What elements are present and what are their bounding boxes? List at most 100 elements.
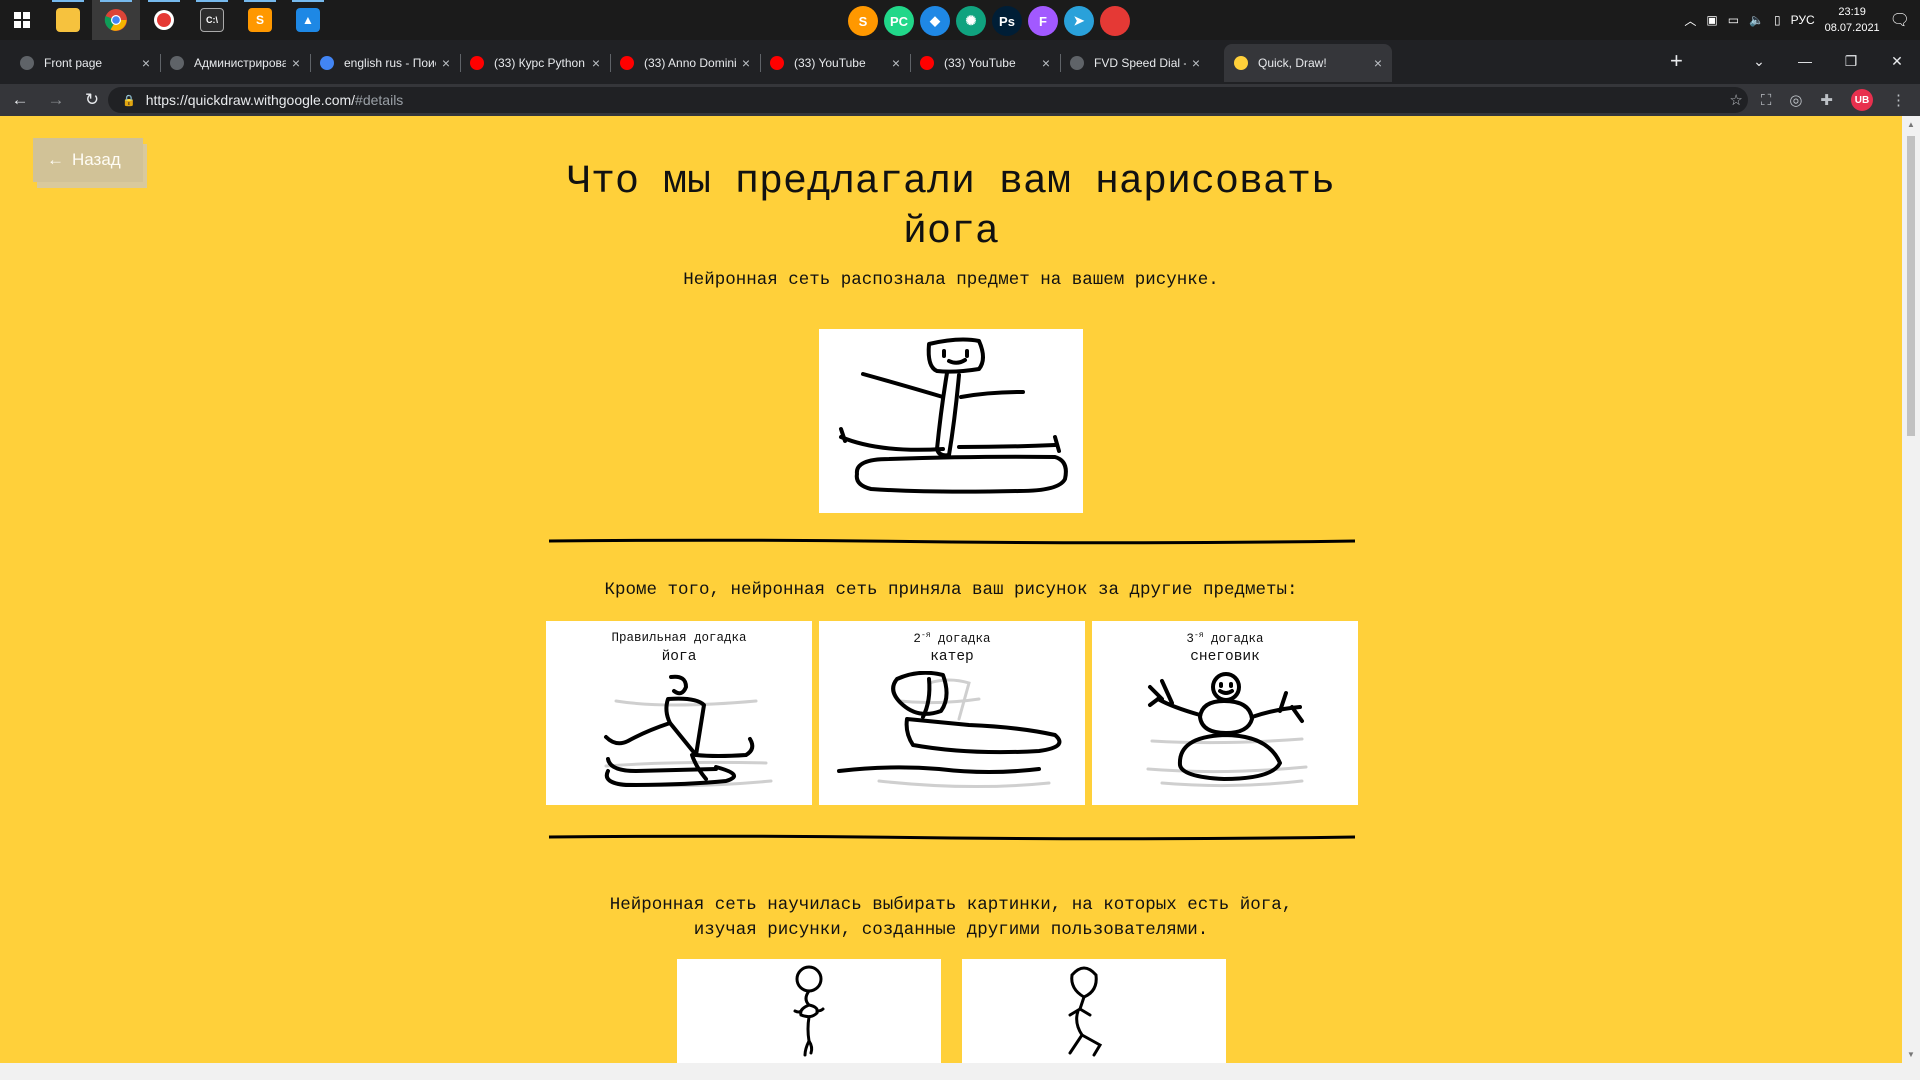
browser-tab[interactable]: (33) Anno Domini Beat × xyxy=(610,44,760,82)
system-tray: ︿ ▣ ▭ 🔈 ▯ РУС 23:19 08.07.2021 🗨 xyxy=(1684,0,1920,40)
youtube-icon xyxy=(620,56,634,70)
volume-icon[interactable]: 🔈 xyxy=(1749,13,1764,27)
profile-avatar[interactable]: UB xyxy=(1851,89,1873,111)
globe-icon xyxy=(170,56,184,70)
guess-card-3[interactable]: 3-я догадка снеговик xyxy=(1092,621,1358,805)
tab-title: Front page xyxy=(44,56,103,70)
close-tab-icon[interactable]: × xyxy=(1192,55,1200,71)
restore-button[interactable]: ❐ xyxy=(1828,44,1874,78)
close-tab-icon[interactable]: × xyxy=(442,55,450,71)
taskbar-recorder[interactable] xyxy=(140,0,188,40)
close-tab-icon[interactable]: × xyxy=(292,55,300,71)
bookmark-star-icon[interactable]: ☆ xyxy=(1729,91,1742,109)
language-indicator[interactable]: РУС xyxy=(1791,13,1815,27)
photoshop-icon[interactable]: Ps xyxy=(992,6,1022,36)
close-tab-icon[interactable]: × xyxy=(142,55,150,71)
back-arrow-icon[interactable]: ← xyxy=(4,84,36,116)
pycharm-icon[interactable]: PC xyxy=(884,6,914,36)
quickdraw-icon xyxy=(1234,56,1248,70)
browser-tab[interactable]: Quick, Draw! × xyxy=(1224,44,1392,82)
user-drawing-card xyxy=(819,329,1083,513)
guess-name: снеговик xyxy=(1190,649,1260,665)
learned-text-line1: Нейронная сеть научилась выбирать картин… xyxy=(609,895,1293,915)
chevron-up-icon[interactable]: ︿ xyxy=(1684,12,1696,29)
scroll-up-icon[interactable]: ▲ xyxy=(1907,120,1915,129)
horizontal-scrollbar[interactable] xyxy=(0,1063,1920,1080)
window-controls: ⌄ — ❐ ✕ xyxy=(1736,44,1920,78)
tab-title: Quick, Draw! xyxy=(1258,56,1327,70)
tab-search-icon[interactable]: ⌄ xyxy=(1736,44,1782,78)
close-tab-icon[interactable]: × xyxy=(592,55,600,71)
example-drawing-1 xyxy=(793,965,825,1057)
photos-icon: ▲ xyxy=(296,8,320,32)
clock[interactable]: 23:19 08.07.2021 xyxy=(1825,4,1880,36)
extensions-puzzle-icon[interactable]: ✚ xyxy=(1820,91,1833,109)
close-tab-icon[interactable]: × xyxy=(892,55,900,71)
guess-rank-word: догадка xyxy=(930,632,991,647)
guess-rank-number: 3 xyxy=(1186,632,1194,647)
example-drawing-card-1 xyxy=(677,959,941,1063)
chrome-menu-icon[interactable]: ⋮ xyxy=(1891,91,1906,109)
url-fragment: #details xyxy=(355,92,404,108)
taskbar-terminal[interactable]: C:\ xyxy=(188,0,236,40)
telegram-icon[interactable]: ➤ xyxy=(1064,6,1094,36)
taskbar-photos[interactable]: ▲ xyxy=(284,0,332,40)
taskbar-file-explorer[interactable] xyxy=(44,0,92,40)
extension-icon-1[interactable]: ⛶ xyxy=(1761,92,1772,109)
display-icon[interactable]: ▭ xyxy=(1728,13,1739,27)
speed-dial-icon xyxy=(1070,56,1084,70)
taskbar-chrome[interactable] xyxy=(92,0,140,40)
sublime-circle-icon[interactable]: S xyxy=(848,6,878,36)
reload-icon[interactable]: ↻ xyxy=(76,84,108,116)
browser-tab[interactable]: Front page × xyxy=(10,44,160,82)
address-bar[interactable]: 🔒 https://quickdraw.withgoogle.com/ #det… xyxy=(108,87,1748,113)
guess-drawing-yoga xyxy=(604,674,773,788)
youtube-icon xyxy=(470,56,484,70)
scrollbar-thumb[interactable] xyxy=(1907,136,1915,436)
forward-arrow-icon[interactable]: → xyxy=(40,84,72,116)
extension-icon-2[interactable]: ◎ xyxy=(1789,91,1802,109)
page-title-line1: Что мы предлагали вам нарисовать xyxy=(566,160,1336,205)
chatgpt-icon[interactable]: ✺ xyxy=(956,6,986,36)
divider-2 xyxy=(548,834,1356,841)
youtube-icon xyxy=(920,56,934,70)
divider-1 xyxy=(548,538,1356,545)
scroll-down-icon[interactable]: ▼ xyxy=(1907,1050,1915,1059)
close-window-button[interactable]: ✕ xyxy=(1874,44,1920,78)
taskbar-sublime[interactable]: S xyxy=(236,0,284,40)
browser-tab[interactable]: (33) Курс Python Djang × xyxy=(460,44,610,82)
minimize-button[interactable]: — xyxy=(1782,44,1828,78)
windows-start-button[interactable] xyxy=(0,0,44,40)
browser-tab[interactable]: FVD Speed Dial - Популярн × xyxy=(1060,44,1210,82)
sublime-icon: S xyxy=(248,8,272,32)
back-button[interactable]: ← Назад xyxy=(33,138,145,188)
close-tab-icon[interactable]: × xyxy=(1042,55,1050,71)
guess-rank-label: 3-я догадка xyxy=(1092,631,1358,646)
close-tab-icon[interactable]: × xyxy=(742,55,750,71)
battery-icon[interactable]: ▯ xyxy=(1774,13,1781,27)
new-tab-button[interactable]: + xyxy=(1670,48,1683,74)
guess-rank-word: догадка xyxy=(1203,632,1264,647)
close-tab-icon[interactable]: × xyxy=(1374,55,1382,71)
lock-icon[interactable]: 🔒 xyxy=(122,94,136,107)
guess-rank-suffix: -я xyxy=(920,631,931,640)
network-icon[interactable]: ▣ xyxy=(1706,13,1717,27)
browser-tab[interactable]: Администрирование × xyxy=(160,44,310,82)
guess-card-1[interactable]: Правильная догадка йога xyxy=(546,621,812,805)
tab-title: (33) Anno Domini Beat xyxy=(644,56,736,70)
notifications-icon[interactable]: 🗨 xyxy=(1890,10,1910,30)
browser-tab[interactable]: english rus - Поиск в G × xyxy=(310,44,460,82)
arrow-left-icon: ← xyxy=(47,150,64,169)
record-icon xyxy=(154,10,174,30)
guess-card-2[interactable]: 2-я догадка катер xyxy=(819,621,1085,805)
browser-tab[interactable]: (33) YouTube × xyxy=(760,44,910,82)
rainbow-app-icon[interactable] xyxy=(1100,6,1130,36)
figma-icon[interactable]: F xyxy=(1028,6,1058,36)
browser-tab[interactable]: (33) YouTube × xyxy=(910,44,1060,82)
guess-name: йога xyxy=(661,649,697,665)
tab-title: (33) Курс Python Djang xyxy=(494,56,586,70)
url-host: https://quickdraw.withgoogle.com/ xyxy=(145,92,356,108)
vscode-icon[interactable]: ◆ xyxy=(920,6,950,36)
tab-title: FVD Speed Dial - Популярн xyxy=(1094,56,1186,70)
vertical-scrollbar[interactable]: ▲ ▼ xyxy=(1902,116,1920,1063)
